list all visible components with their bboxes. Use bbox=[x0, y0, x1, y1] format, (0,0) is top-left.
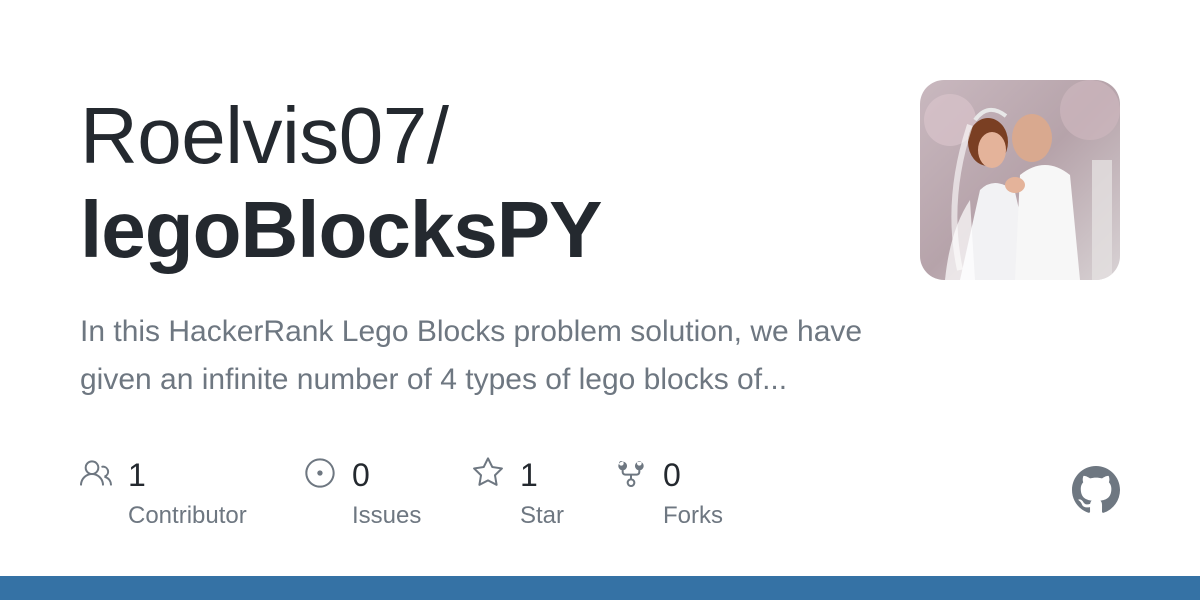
repo-name[interactable]: legoBlocksPY bbox=[80, 186, 603, 274]
stars-count: 1 bbox=[520, 457, 538, 493]
contributors-count: 1 bbox=[128, 457, 146, 493]
star-icon bbox=[473, 457, 503, 486]
issues-count: 0 bbox=[352, 457, 370, 493]
stars-label: Star bbox=[520, 502, 565, 529]
forks-label: Forks bbox=[663, 502, 723, 529]
issues-label: Issues bbox=[352, 502, 422, 529]
github-mark-icon[interactable] bbox=[1072, 466, 1120, 514]
issue-opened-icon bbox=[305, 458, 335, 488]
contributors-label: Contributor bbox=[128, 502, 247, 529]
people-icon bbox=[80, 460, 112, 486]
repo-forked-icon bbox=[618, 461, 644, 487]
language-color-bar bbox=[0, 576, 1200, 600]
repo-description: In this HackerRank Lego Blocks problem s… bbox=[80, 315, 863, 396]
repo-owner[interactable]: Roelvis07/ bbox=[80, 92, 449, 180]
owner-avatar bbox=[920, 80, 1120, 280]
forks-count: 0 bbox=[663, 457, 681, 493]
